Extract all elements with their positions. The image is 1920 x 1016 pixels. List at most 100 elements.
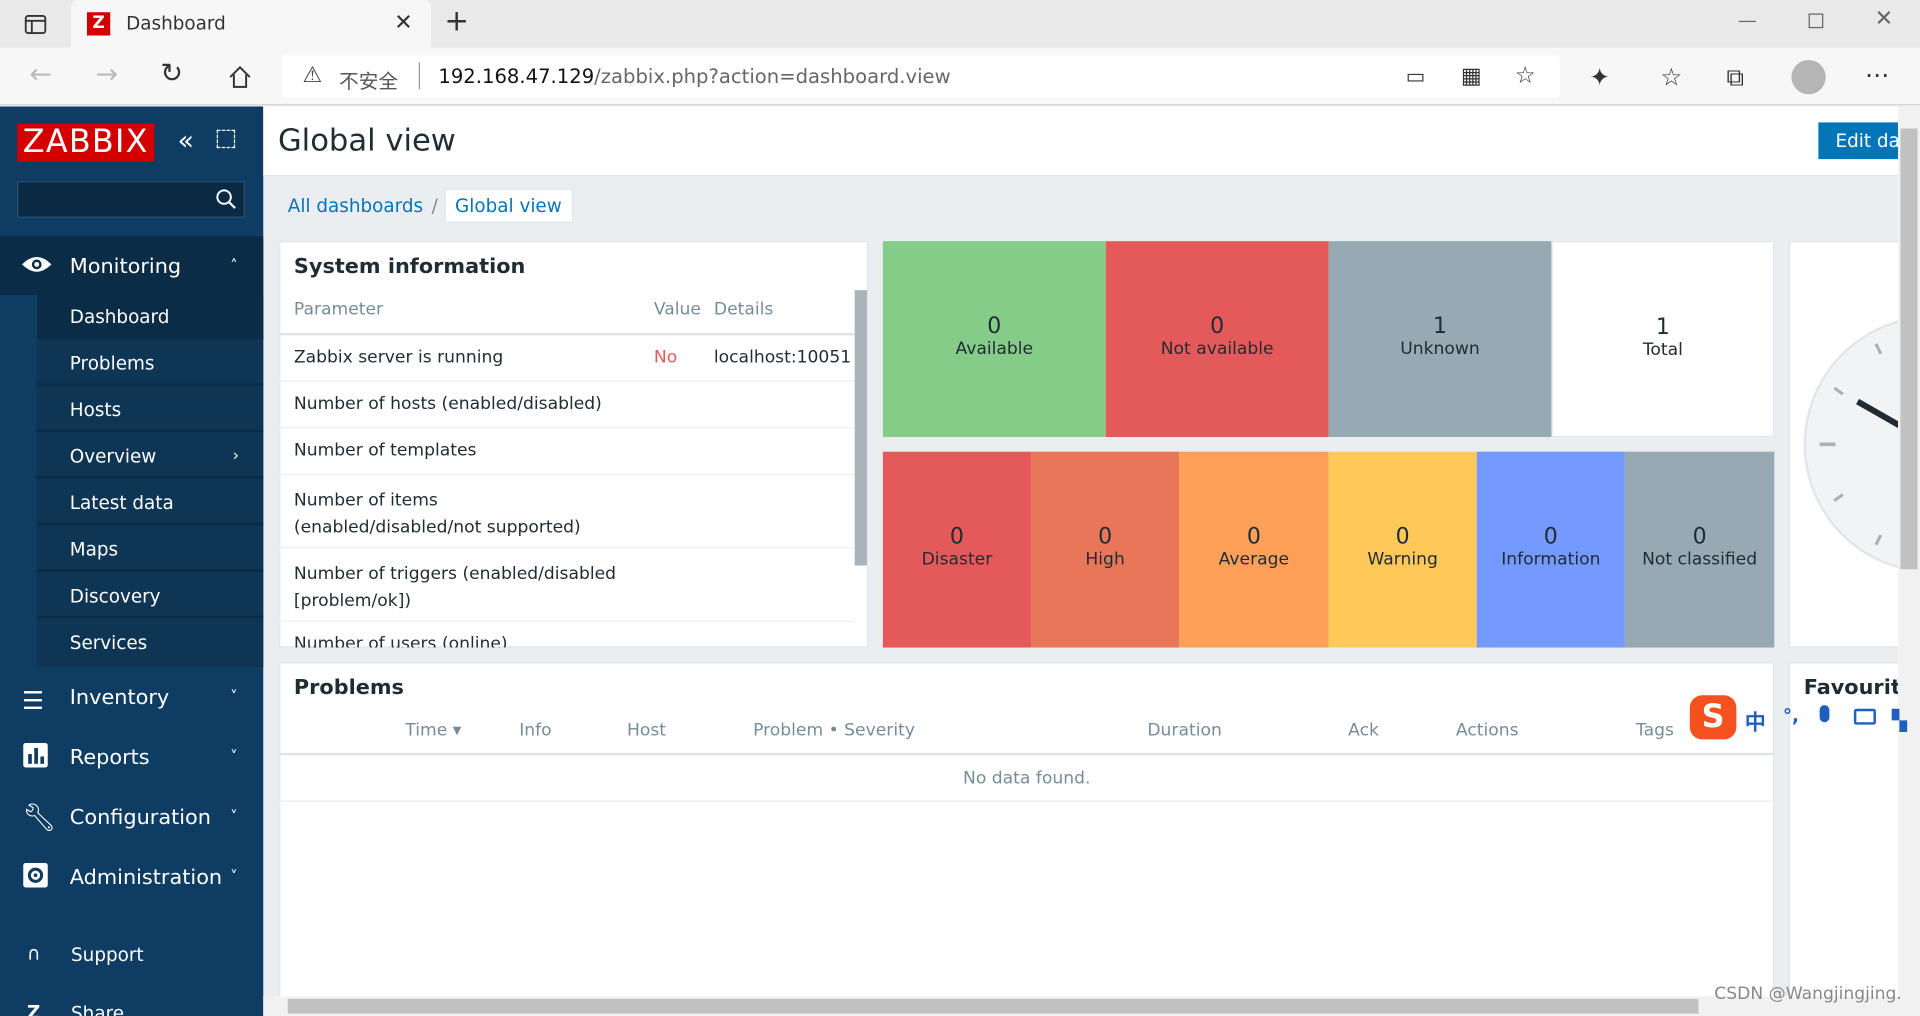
kiosk-mode-icon[interactable] (216, 129, 236, 149)
severity-disaster-tile[interactable]: 0 Disaster (882, 451, 1032, 648)
column-problem-severity: Problem • Severity (753, 720, 915, 741)
sogou-logo-icon[interactable]: S (1689, 695, 1737, 740)
zabbix-logo[interactable]: ZABBIX (17, 123, 155, 162)
table-row: Number of templates (279, 428, 855, 475)
chevron-up-icon: ˄ (230, 257, 238, 275)
column-actions: Actions (1455, 720, 1519, 741)
sidebar-item-services[interactable]: Services (37, 621, 264, 665)
sidebar-item-discovery[interactable]: Discovery (36, 574, 264, 619)
host-available-tile[interactable]: 0 Available (882, 241, 1106, 438)
collapse-sidebar-icon[interactable]: « (178, 126, 194, 157)
close-tab-icon[interactable]: ✕ (394, 10, 412, 36)
host-not-available-tile[interactable]: 0 Not available (1105, 241, 1329, 438)
total-count: 1 (1655, 314, 1670, 341)
search-icon[interactable] (216, 189, 238, 216)
cast-icon[interactable]: ▭ (1406, 65, 1426, 89)
close-window-icon[interactable]: ✕ (1875, 6, 1893, 32)
keyboard-icon[interactable] (1853, 708, 1876, 725)
administration-label[interactable]: Administration (70, 865, 222, 889)
horizontal-scroll-thumb[interactable] (287, 998, 1699, 1014)
ime-toolbar: S 中 °, ▚ (1687, 695, 1920, 742)
add-favorite-icon[interactable]: ☆ (1515, 62, 1536, 89)
sidebar-search-input[interactable] (17, 181, 245, 218)
problems-title: Problems (293, 675, 404, 701)
ime-chinese-mode[interactable]: 中 (1745, 705, 1766, 735)
home-icon[interactable] (227, 64, 254, 96)
tab-title: Dashboard (126, 12, 226, 35)
forward-icon[interactable]: → (96, 62, 119, 89)
sidebar-item-overview[interactable]: Overview (36, 435, 264, 479)
table-row: Number of users (online) (279, 622, 855, 648)
headset-icon: ∩ (26, 942, 41, 965)
app-icon[interactable]: ▦ (1461, 64, 1482, 90)
table-row: Number of triggers (enabled/disabled [pr… (279, 548, 855, 622)
breadcrumb-separator: / (431, 194, 438, 217)
collections-icon[interactable]: ⧉ (1727, 62, 1744, 91)
severity-warning-tile[interactable]: 0 Warning (1328, 451, 1477, 648)
table-row: Zabbix server is running No localhost:10… (279, 335, 855, 382)
reload-icon[interactable]: ↻ (160, 61, 183, 88)
row-parameter: Number of users (online) (293, 634, 508, 648)
new-tab-icon[interactable]: + (443, 6, 470, 35)
edit-dashboard-button[interactable]: Edit das (1818, 122, 1905, 160)
column-info: Info (519, 720, 552, 741)
average-count: 0 (1246, 523, 1261, 550)
reports-label[interactable]: Reports (70, 745, 150, 769)
unknown-count: 1 (1432, 313, 1448, 340)
minimize-icon[interactable] (1738, 20, 1756, 23)
high-label: High (1085, 549, 1125, 570)
chevron-right-icon: › (232, 446, 240, 466)
breadcrumb-current[interactable]: Global view (443, 188, 573, 223)
monitoring-label[interactable]: Monitoring (70, 255, 181, 279)
column-tags: Tags (1635, 720, 1674, 741)
tab-actions-icon[interactable] (22, 11, 49, 38)
page-header (263, 106, 1920, 177)
zabbix-favicon-icon: Z (86, 12, 111, 36)
apps-grid-icon[interactable]: ▚ (1892, 709, 1907, 732)
warning-count: 0 (1395, 523, 1410, 550)
url-divider (418, 62, 421, 90)
microphone-icon[interactable] (1819, 705, 1830, 723)
inventory-label[interactable]: Inventory (70, 685, 169, 709)
information-label: Information (1501, 549, 1601, 570)
eye-icon (21, 252, 53, 281)
average-label: Average (1218, 549, 1290, 570)
chevron-down-icon: ˅ (230, 807, 238, 826)
sidebar-item-hosts[interactable]: Hosts (36, 388, 264, 433)
disaster-count: 0 (949, 523, 964, 550)
support-link[interactable]: Support (71, 944, 144, 966)
widget-scrollbar[interactable] (854, 290, 867, 566)
gear-icon (22, 862, 49, 894)
share-link[interactable]: Share (71, 1003, 124, 1016)
browser-tab[interactable]: Z Dashboard ✕ (71, 0, 432, 48)
back-icon[interactable]: ← (29, 62, 52, 89)
widget-title: System information (293, 254, 526, 280)
severity-information-tile[interactable]: 0 Information (1476, 451, 1625, 648)
sidebar-item-dashboard[interactable]: Dashboard (36, 295, 264, 340)
host-total-tile[interactable]: 1 Total (1551, 241, 1775, 438)
warning-icon: ⚠ (302, 62, 323, 89)
chevron-down-icon: ˅ (230, 747, 238, 766)
vertical-scroll-thumb[interactable] (1900, 128, 1918, 570)
watermark-text: CSDN @Wangjingjing. (1714, 984, 1902, 1004)
url-path: /zabbix.php?action=dashboard.view (594, 64, 951, 89)
total-label: Total (1642, 340, 1683, 360)
not-classified-count: 0 (1692, 523, 1707, 550)
host-unknown-tile[interactable]: 1 Unknown (1328, 241, 1552, 438)
sidebar-item-latest-data[interactable]: Latest data (36, 481, 264, 526)
url-field[interactable]: ⚠ 不安全 192.168.47.129/zabbix.php?action=d… (281, 55, 1561, 98)
ime-punctuation[interactable]: °, (1783, 705, 1799, 727)
favorites-icon[interactable]: ☆ (1660, 62, 1682, 91)
more-menu-icon[interactable]: ⋯ (1865, 60, 1889, 89)
sidebar-item-maps[interactable]: Maps (36, 528, 264, 572)
configuration-label[interactable]: Configuration (70, 805, 211, 829)
sidebar-item-problems[interactable]: Problems (36, 342, 264, 386)
severity-average-tile[interactable]: 0 Average (1179, 451, 1329, 648)
column-time[interactable]: Time ▾ (405, 721, 461, 741)
severity-not-classified-tile[interactable]: 0 Not classified (1624, 451, 1775, 648)
breadcrumb-all-dashboards[interactable]: All dashboards (279, 195, 431, 217)
severity-high-tile[interactable]: 0 High (1031, 451, 1180, 648)
profile-avatar[interactable] (1791, 59, 1826, 95)
maximize-icon[interactable] (1808, 13, 1824, 29)
extensions-icon[interactable]: ✦ (1589, 62, 1610, 91)
